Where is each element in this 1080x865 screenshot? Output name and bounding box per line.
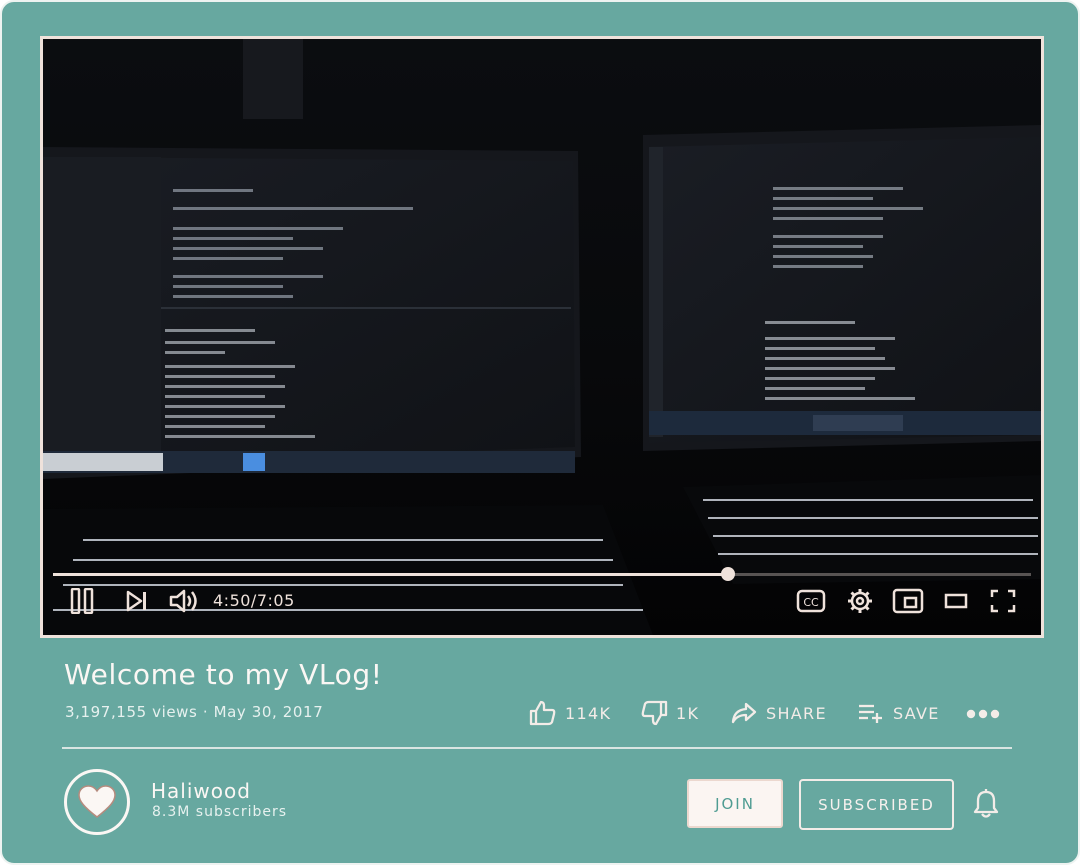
bell-icon[interactable]: [972, 789, 1000, 819]
pause-icon[interactable]: [67, 583, 97, 619]
action-bar: 114K 1K SHARE SAVE: [2, 699, 1078, 729]
theater-mode-icon[interactable]: [943, 583, 969, 619]
channel-avatar[interactable]: [64, 769, 130, 835]
like-button[interactable]: 114K: [529, 699, 611, 727]
thumbs-down-icon: [641, 700, 668, 726]
video-frame: [43, 39, 1041, 635]
heart-icon: [78, 785, 116, 818]
player-controls: 4:50/7:05 CC: [43, 583, 1041, 623]
video-card: 4:50/7:05 CC Welcome to my VLog! 3,197,1…: [0, 0, 1080, 865]
video-player[interactable]: 4:50/7:05 CC: [40, 36, 1044, 638]
divider: [62, 747, 1012, 749]
join-button[interactable]: JOIN: [687, 779, 783, 828]
progress-scrubber[interactable]: [720, 567, 735, 581]
progress-fill: [53, 573, 728, 576]
skip-next-icon[interactable]: [123, 583, 151, 619]
volume-icon[interactable]: [168, 583, 200, 619]
progress-bar[interactable]: [53, 567, 1031, 581]
more-icon: [966, 709, 1000, 719]
share-label: SHARE: [766, 703, 827, 723]
gear-icon[interactable]: [845, 583, 875, 619]
like-count: 114K: [565, 703, 612, 723]
video-title: Welcome to my VLog!: [64, 658, 383, 691]
save-button[interactable]: SAVE: [857, 699, 940, 727]
fullscreen-icon[interactable]: [989, 583, 1017, 619]
add-to-playlist-icon: [859, 704, 882, 723]
share-button[interactable]: SHARE: [730, 699, 827, 727]
channel-name[interactable]: Haliwood: [151, 779, 251, 803]
miniplayer-icon[interactable]: [891, 583, 925, 619]
more-options-button[interactable]: [966, 699, 1002, 727]
dislike-count: 1K: [676, 703, 700, 723]
subscribed-button[interactable]: SUBSCRIBED: [799, 779, 954, 830]
time-display: 4:50/7:05: [213, 591, 295, 610]
save-label: SAVE: [893, 703, 940, 723]
dislike-button[interactable]: 1K: [640, 699, 699, 727]
subscriber-count: 8.3M subscribers: [152, 804, 288, 820]
captions-label: CC: [803, 596, 819, 609]
share-icon: [731, 702, 757, 724]
thumbs-up-icon: [529, 700, 556, 726]
captions-icon[interactable]: CC: [795, 583, 827, 619]
